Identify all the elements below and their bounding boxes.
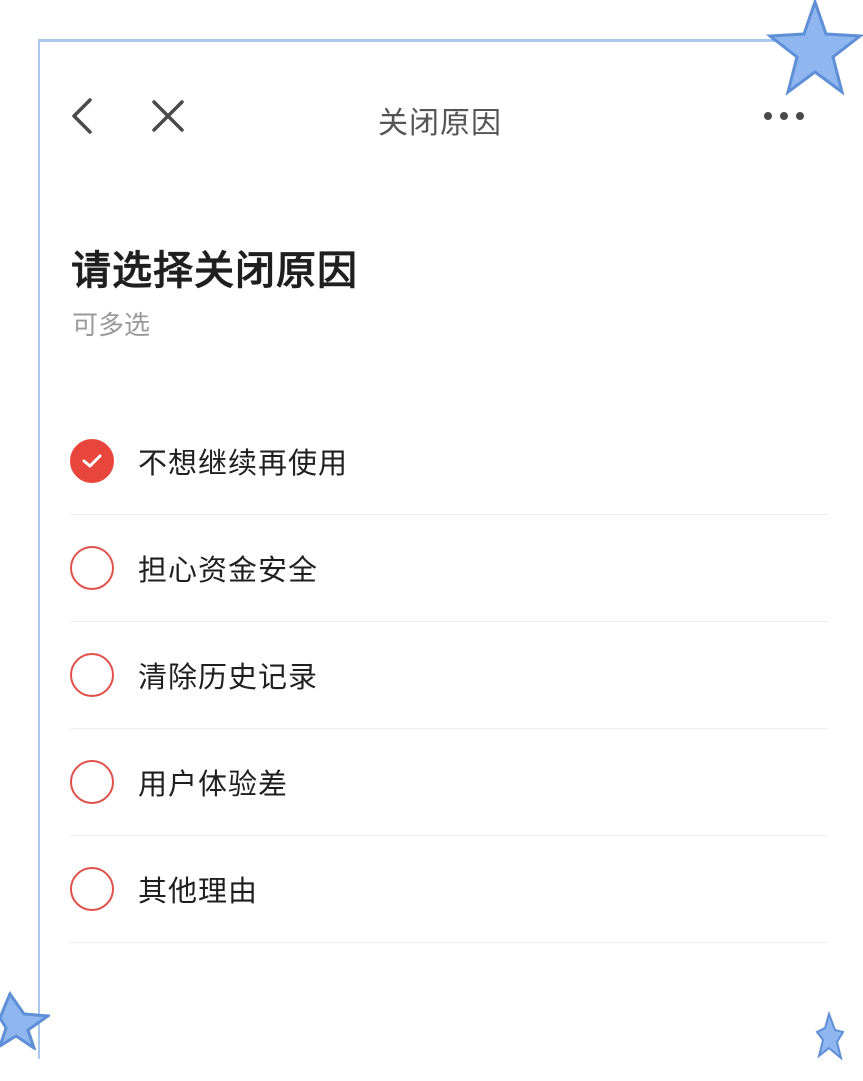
check-icon [82, 454, 102, 468]
chevron-left-icon [72, 98, 92, 134]
more-button[interactable] [756, 100, 812, 132]
more-horizontal-icon [764, 112, 804, 120]
close-button[interactable] [144, 92, 192, 140]
checkbox[interactable] [70, 867, 114, 911]
section-subtitle: 可多选 [72, 311, 151, 341]
reason-option[interactable]: 清除历史记录 [70, 622, 828, 729]
screen: 关闭原因 请选择关闭原因 可多选 不想继续再使用 担心资金安全 清除历史记录 用… [0, 0, 863, 1081]
decorative-frame-left [38, 39, 40, 1059]
back-button[interactable] [62, 92, 102, 140]
reason-option-label: 清除历史记录 [138, 660, 319, 694]
section-heading: 请选择关闭原因 [71, 248, 358, 294]
decorative-frame-top [38, 39, 838, 42]
checkbox[interactable] [70, 546, 114, 590]
reason-option-label: 不想继续再使用 [138, 446, 349, 480]
reason-option-label: 用户体验差 [138, 767, 289, 801]
reason-option-label: 担心资金安全 [138, 553, 319, 587]
reason-option[interactable]: 其他理由 [70, 836, 828, 943]
reason-option[interactable]: 不想继续再使用 [70, 408, 828, 515]
checkbox[interactable] [70, 653, 114, 697]
nav-header: 关闭原因 [40, 70, 840, 162]
reason-option[interactable]: 担心资金安全 [70, 515, 828, 622]
checkbox[interactable] [70, 439, 114, 483]
reason-option-label: 其他理由 [138, 874, 259, 908]
close-icon [152, 100, 184, 132]
star-decoration-icon [815, 1010, 845, 1060]
reason-option[interactable]: 用户体验差 [70, 729, 828, 836]
reason-option-list: 不想继续再使用 担心资金安全 清除历史记录 用户体验差 其他理由 [70, 408, 828, 943]
star-decoration-icon [0, 990, 50, 1050]
checkbox[interactable] [70, 760, 114, 804]
